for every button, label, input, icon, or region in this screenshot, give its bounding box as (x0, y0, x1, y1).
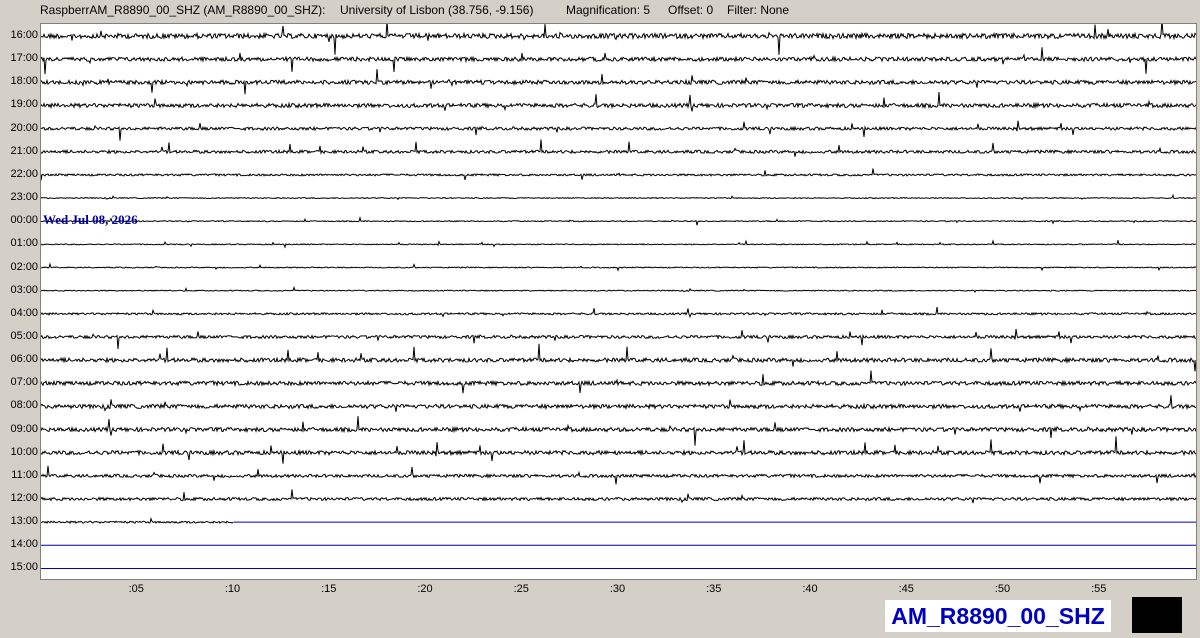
minute-label: :10 (224, 583, 241, 595)
date-label: Wed Jul 08, 2026 (43, 212, 138, 227)
station-code-box: AM_R8890_00_SHZ (885, 600, 1111, 632)
trace-row (41, 216, 1196, 226)
hour-label: 15:00 (10, 561, 38, 574)
minute-label: :55 (1091, 583, 1107, 595)
hour-label: 16:00 (10, 29, 38, 41)
trace-row (41, 168, 1196, 181)
trace-row (41, 285, 1196, 293)
hour-label: 17:00 (10, 52, 38, 65)
trace-row (41, 307, 1196, 319)
hour-label: 12:00 (10, 492, 38, 504)
trace-row (41, 69, 1196, 95)
hour-label: 03:00 (10, 283, 38, 296)
trace-row (41, 262, 1196, 272)
hour-label: 23:00 (10, 191, 38, 204)
minute-label: :30 (609, 583, 626, 595)
hour-label: 06:00 (10, 353, 38, 366)
hour-label: 14:00 (10, 538, 38, 551)
minute-label: :05 (128, 583, 144, 595)
minute-label: :25 (513, 583, 529, 595)
hour-label: 20:00 (10, 121, 38, 134)
offset-text: Offset: 0 (668, 3, 714, 17)
hour-label: 02:00 (10, 260, 38, 273)
trace-row (41, 24, 1196, 55)
station-name: RaspberrAM_R8890_00_SHZ (AM_R8890_00_SHZ… (40, 3, 326, 17)
minute-label: :40 (802, 583, 818, 595)
filter-text: Filter: None (727, 3, 790, 17)
hour-label: 08:00 (10, 399, 38, 412)
hour-label: 10:00 (10, 445, 38, 458)
trace-row (41, 489, 1196, 504)
trace-row (41, 239, 1196, 249)
magnification-text: Magnification: 5 (566, 3, 651, 17)
trace-row (41, 436, 1196, 464)
hour-label: 04:00 (10, 306, 38, 319)
trace-row (41, 416, 1196, 446)
hour-label: 18:00 (10, 75, 38, 88)
hour-label: 21:00 (10, 144, 38, 157)
hour-label: 05:00 (10, 329, 38, 342)
seismogram-traces (41, 24, 1196, 569)
trace-row (41, 47, 1196, 75)
hour-label: 13:00 (10, 515, 38, 528)
hour-label: 00:00 (10, 214, 38, 227)
location-text: University of Lisbon (38.756, -9.156) (340, 3, 534, 17)
trace-row (41, 328, 1196, 350)
trace-row (41, 343, 1196, 372)
trace-row (41, 517, 234, 525)
trace-row (41, 370, 1196, 394)
helicorder-plot (40, 23, 1197, 580)
trace-row (41, 395, 1196, 413)
minute-label: :15 (321, 583, 337, 595)
hour-label: 09:00 (10, 422, 38, 435)
hour-label: 11:00 (11, 468, 38, 481)
header-bar: RaspberrAM_R8890_00_SHZ (AM_R8890_00_SHZ… (0, 0, 1200, 22)
trace-row (41, 465, 1196, 485)
hour-label: 22:00 (10, 167, 38, 180)
hour-label: 01:00 (10, 237, 38, 250)
hour-label: 07:00 (10, 376, 38, 389)
trace-row (41, 193, 1196, 201)
minute-label: :35 (706, 583, 722, 595)
black-indicator-box (1132, 597, 1182, 633)
hour-label: 19:00 (10, 98, 38, 111)
minute-label: :50 (994, 583, 1011, 595)
minute-label: :20 (417, 583, 433, 595)
trace-row (41, 139, 1196, 157)
minute-label: :45 (898, 583, 914, 595)
trace-row (41, 91, 1196, 112)
trace-row (41, 120, 1196, 141)
